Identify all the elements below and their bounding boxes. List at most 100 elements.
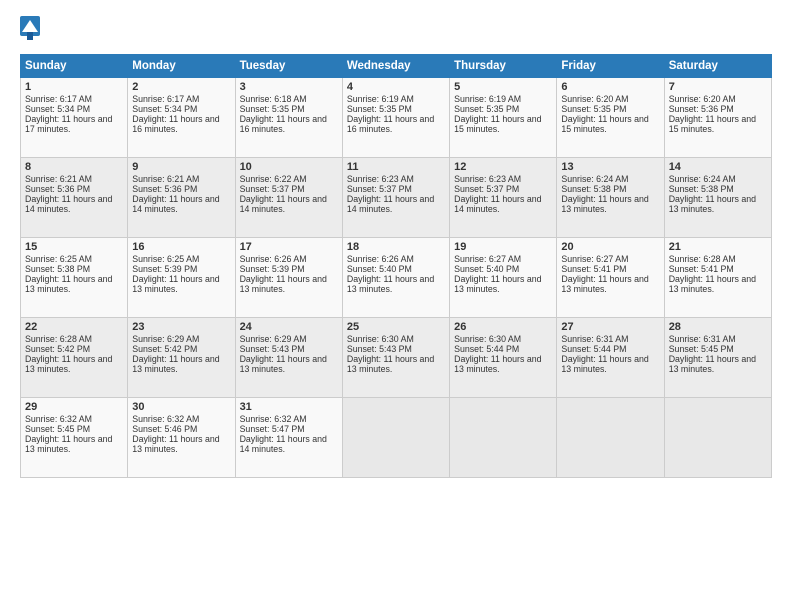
calendar-cell: 17Sunrise: 6:26 AMSunset: 5:39 PMDayligh…	[235, 238, 342, 318]
daylight-label: Daylight: 11 hours and 16 minutes.	[347, 114, 434, 134]
daylight-label: Daylight: 11 hours and 16 minutes.	[240, 114, 327, 134]
logo	[20, 16, 44, 44]
calendar-day-header: Saturday	[664, 55, 771, 78]
sunset-label: Sunset: 5:36 PM	[132, 184, 197, 194]
calendar-day-header: Sunday	[21, 55, 128, 78]
sunset-label: Sunset: 5:44 PM	[561, 344, 626, 354]
sunset-label: Sunset: 5:41 PM	[669, 264, 734, 274]
sunset-label: Sunset: 5:34 PM	[132, 104, 197, 114]
sunset-label: Sunset: 5:40 PM	[454, 264, 519, 274]
day-number: 6	[561, 81, 659, 93]
calendar-cell: 24Sunrise: 6:29 AMSunset: 5:43 PMDayligh…	[235, 318, 342, 398]
calendar-header-row: SundayMondayTuesdayWednesdayThursdayFrid…	[21, 55, 772, 78]
day-number: 15	[25, 241, 123, 253]
calendar-cell: 15Sunrise: 6:25 AMSunset: 5:38 PMDayligh…	[21, 238, 128, 318]
sunset-label: Sunset: 5:45 PM	[669, 344, 734, 354]
calendar-cell: 23Sunrise: 6:29 AMSunset: 5:42 PMDayligh…	[128, 318, 235, 398]
sunrise-label: Sunrise: 6:19 AM	[454, 94, 521, 104]
calendar-day-header: Monday	[128, 55, 235, 78]
calendar-cell: 14Sunrise: 6:24 AMSunset: 5:38 PMDayligh…	[664, 158, 771, 238]
day-number: 11	[347, 161, 445, 173]
day-number: 21	[669, 241, 767, 253]
calendar-cell: 8Sunrise: 6:21 AMSunset: 5:36 PMDaylight…	[21, 158, 128, 238]
sunset-label: Sunset: 5:42 PM	[25, 344, 90, 354]
daylight-label: Daylight: 11 hours and 13 minutes.	[132, 434, 219, 454]
daylight-label: Daylight: 11 hours and 15 minutes.	[669, 114, 756, 134]
calendar-cell: 30Sunrise: 6:32 AMSunset: 5:46 PMDayligh…	[128, 398, 235, 478]
sunrise-label: Sunrise: 6:20 AM	[669, 94, 736, 104]
calendar-week-row: 29Sunrise: 6:32 AMSunset: 5:45 PMDayligh…	[21, 398, 772, 478]
daylight-label: Daylight: 11 hours and 13 minutes.	[454, 274, 541, 294]
sunrise-label: Sunrise: 6:30 AM	[347, 334, 414, 344]
daylight-label: Daylight: 11 hours and 13 minutes.	[669, 354, 756, 374]
daylight-label: Daylight: 11 hours and 13 minutes.	[25, 434, 112, 454]
sunrise-label: Sunrise: 6:30 AM	[454, 334, 521, 344]
daylight-label: Daylight: 11 hours and 13 minutes.	[347, 354, 434, 374]
daylight-label: Daylight: 11 hours and 14 minutes.	[132, 194, 219, 214]
sunrise-label: Sunrise: 6:23 AM	[454, 174, 521, 184]
calendar-cell: 1Sunrise: 6:17 AMSunset: 5:34 PMDaylight…	[21, 78, 128, 158]
sunset-label: Sunset: 5:43 PM	[240, 344, 305, 354]
sunrise-label: Sunrise: 6:24 AM	[669, 174, 736, 184]
calendar-cell: 25Sunrise: 6:30 AMSunset: 5:43 PMDayligh…	[342, 318, 449, 398]
daylight-label: Daylight: 11 hours and 13 minutes.	[454, 354, 541, 374]
day-number: 10	[240, 161, 338, 173]
calendar-cell: 20Sunrise: 6:27 AMSunset: 5:41 PMDayligh…	[557, 238, 664, 318]
sunset-label: Sunset: 5:40 PM	[347, 264, 412, 274]
day-number: 16	[132, 241, 230, 253]
day-number: 26	[454, 321, 552, 333]
day-number: 24	[240, 321, 338, 333]
daylight-label: Daylight: 11 hours and 15 minutes.	[561, 114, 648, 134]
daylight-label: Daylight: 11 hours and 13 minutes.	[669, 194, 756, 214]
sunrise-label: Sunrise: 6:28 AM	[669, 254, 736, 264]
calendar-cell: 6Sunrise: 6:20 AMSunset: 5:35 PMDaylight…	[557, 78, 664, 158]
calendar-cell: 22Sunrise: 6:28 AMSunset: 5:42 PMDayligh…	[21, 318, 128, 398]
daylight-label: Daylight: 11 hours and 13 minutes.	[561, 194, 648, 214]
daylight-label: Daylight: 11 hours and 16 minutes.	[132, 114, 219, 134]
daylight-label: Daylight: 11 hours and 13 minutes.	[240, 354, 327, 374]
day-number: 4	[347, 81, 445, 93]
daylight-label: Daylight: 11 hours and 14 minutes.	[25, 194, 112, 214]
calendar-day-header: Thursday	[450, 55, 557, 78]
day-number: 13	[561, 161, 659, 173]
daylight-label: Daylight: 11 hours and 13 minutes.	[132, 354, 219, 374]
calendar-cell: 3Sunrise: 6:18 AMSunset: 5:35 PMDaylight…	[235, 78, 342, 158]
sunrise-label: Sunrise: 6:26 AM	[240, 254, 307, 264]
calendar-cell	[664, 398, 771, 478]
calendar-day-header: Wednesday	[342, 55, 449, 78]
day-number: 7	[669, 81, 767, 93]
daylight-label: Daylight: 11 hours and 13 minutes.	[669, 274, 756, 294]
sunrise-label: Sunrise: 6:23 AM	[347, 174, 414, 184]
calendar-cell: 16Sunrise: 6:25 AMSunset: 5:39 PMDayligh…	[128, 238, 235, 318]
sunrise-label: Sunrise: 6:17 AM	[25, 94, 92, 104]
sunset-label: Sunset: 5:43 PM	[347, 344, 412, 354]
sunrise-label: Sunrise: 6:22 AM	[240, 174, 307, 184]
daylight-label: Daylight: 11 hours and 14 minutes.	[454, 194, 541, 214]
day-number: 22	[25, 321, 123, 333]
sunrise-label: Sunrise: 6:32 AM	[240, 414, 307, 424]
daylight-label: Daylight: 11 hours and 13 minutes.	[240, 274, 327, 294]
sunrise-label: Sunrise: 6:21 AM	[25, 174, 92, 184]
sunset-label: Sunset: 5:35 PM	[347, 104, 412, 114]
daylight-label: Daylight: 11 hours and 13 minutes.	[561, 274, 648, 294]
daylight-label: Daylight: 11 hours and 14 minutes.	[347, 194, 434, 214]
calendar-cell: 11Sunrise: 6:23 AMSunset: 5:37 PMDayligh…	[342, 158, 449, 238]
day-number: 17	[240, 241, 338, 253]
calendar-cell: 2Sunrise: 6:17 AMSunset: 5:34 PMDaylight…	[128, 78, 235, 158]
calendar-cell: 5Sunrise: 6:19 AMSunset: 5:35 PMDaylight…	[450, 78, 557, 158]
calendar-day-header: Friday	[557, 55, 664, 78]
day-number: 25	[347, 321, 445, 333]
sunrise-label: Sunrise: 6:17 AM	[132, 94, 199, 104]
calendar-cell: 19Sunrise: 6:27 AMSunset: 5:40 PMDayligh…	[450, 238, 557, 318]
day-number: 23	[132, 321, 230, 333]
daylight-label: Daylight: 11 hours and 15 minutes.	[454, 114, 541, 134]
calendar-cell: 26Sunrise: 6:30 AMSunset: 5:44 PMDayligh…	[450, 318, 557, 398]
day-number: 27	[561, 321, 659, 333]
sunrise-label: Sunrise: 6:19 AM	[347, 94, 414, 104]
sunrise-label: Sunrise: 6:27 AM	[561, 254, 628, 264]
sunrise-label: Sunrise: 6:24 AM	[561, 174, 628, 184]
calendar-cell: 29Sunrise: 6:32 AMSunset: 5:45 PMDayligh…	[21, 398, 128, 478]
sunrise-label: Sunrise: 6:20 AM	[561, 94, 628, 104]
day-number: 20	[561, 241, 659, 253]
sunset-label: Sunset: 5:35 PM	[561, 104, 626, 114]
